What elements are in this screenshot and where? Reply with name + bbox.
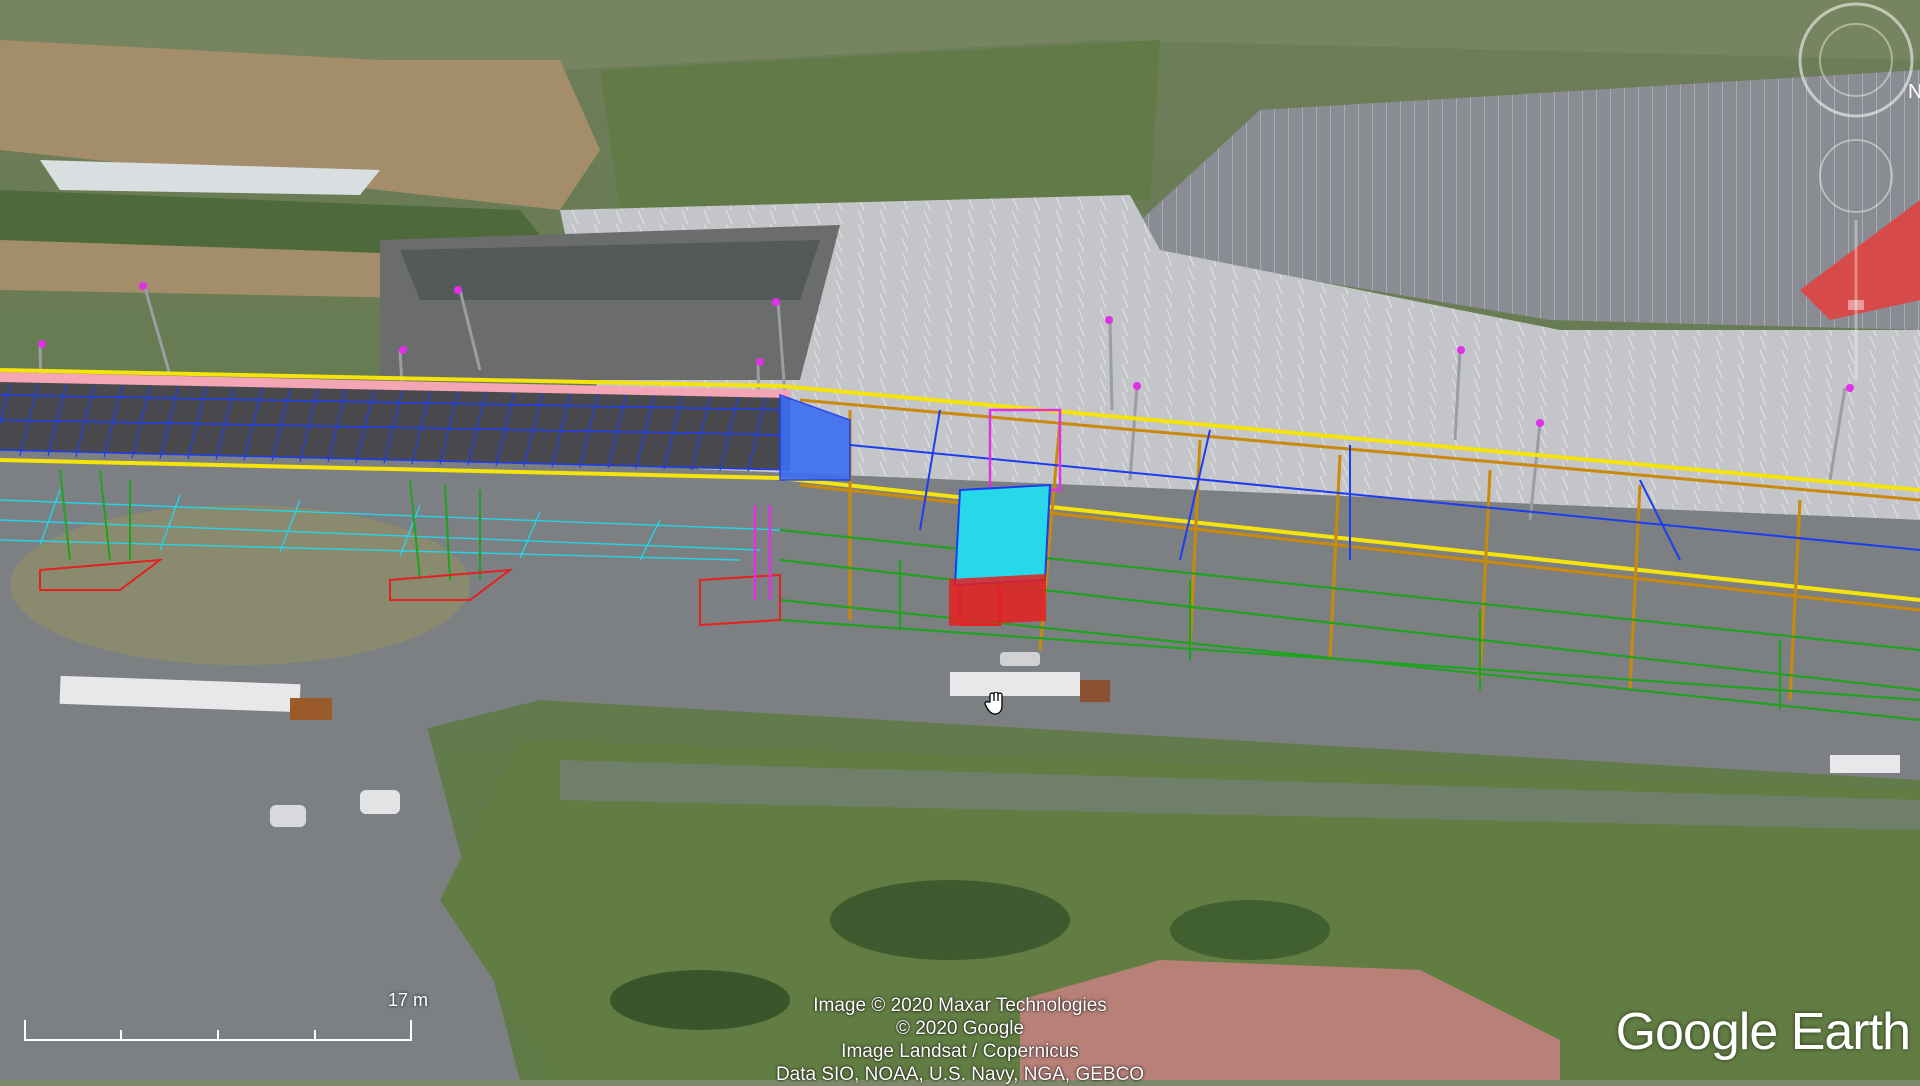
scale-bar — [24, 1020, 412, 1041]
map-viewport[interactable]: N — [0, 0, 1920, 1080]
attribution-line: Data SIO, NOAA, U.S. Navy, NGA, GEBCO — [775, 1064, 1145, 1085]
hand-cursor-icon — [984, 692, 1003, 715]
attribution-line: Image Landsat / Copernicus — [841, 1041, 1079, 1062]
scale-label: 17 m — [388, 990, 429, 1010]
attribution-line: Image © 2020 Maxar Technologies — [813, 995, 1107, 1016]
attribution-line: © 2020 Google — [895, 1018, 1025, 1039]
svg-text:N: N — [1908, 81, 1920, 103]
imagery-attribution: Image © 2020 Maxar Technologies © 2020 G… — [700, 994, 1220, 1086]
google-earth-logo: Google Earth — [1615, 1003, 1911, 1061]
